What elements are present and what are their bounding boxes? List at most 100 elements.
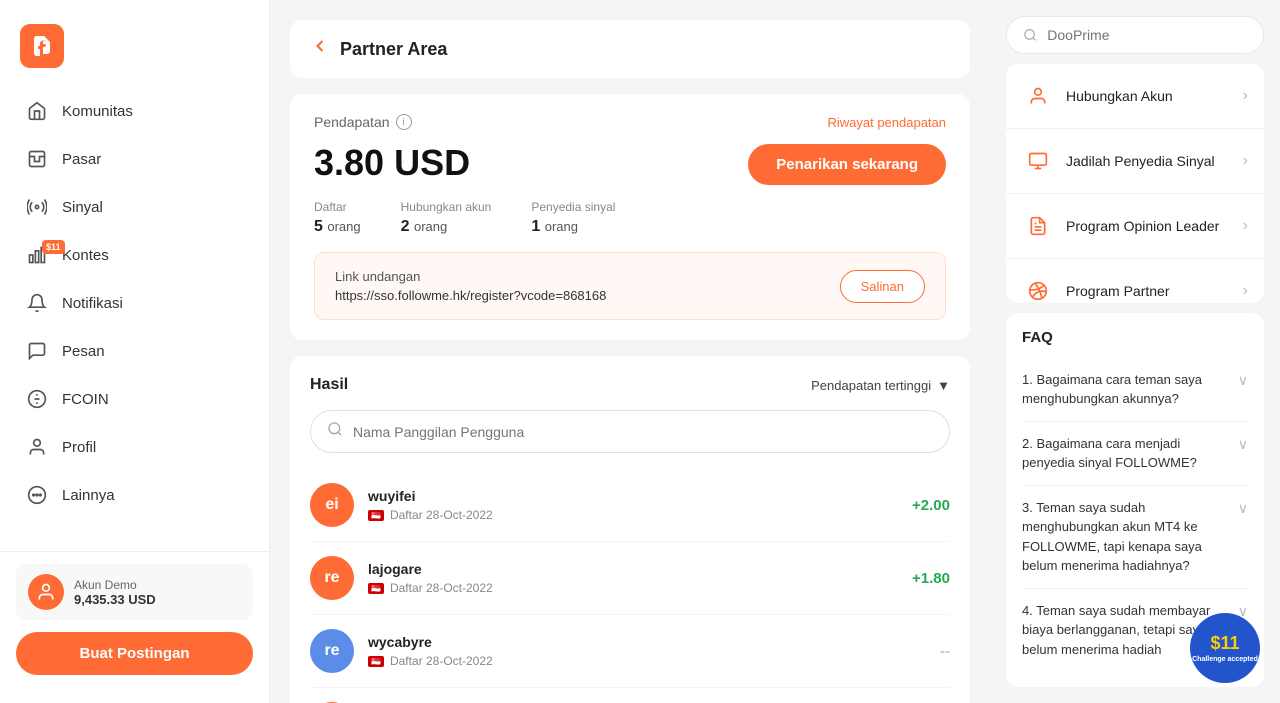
sidebar-item-komunitas[interactable]: Komunitas <box>12 88 257 134</box>
faq-item-1[interactable]: 1. Bagaimana cara teman saya menghubungk… <box>1022 358 1248 422</box>
kontes-badge: $11 <box>42 240 65 254</box>
faq-question-1: 1. Bagaimana cara teman saya menghubungk… <box>1022 370 1230 409</box>
chevron-right-icon: › <box>1243 217 1248 235</box>
opinion-icon <box>1022 210 1054 242</box>
menu-label-opinion: Program Opinion Leader <box>1066 218 1231 234</box>
app-logo <box>20 24 64 68</box>
history-link[interactable]: Riwayat pendapatan <box>827 115 946 130</box>
chevron-right-icon: › <box>1243 282 1248 300</box>
partner-area: Partner Area Pendapatan i Riwayat pendap… <box>270 0 990 703</box>
sidebar-label-sinyal: Sinyal <box>62 199 103 216</box>
user-amount: +1.80 <box>912 570 950 587</box>
menu-label-hubungkan: Hubungkan Akun <box>1066 88 1231 104</box>
sidebar-item-kontes[interactable]: $11 Kontes <box>12 232 257 278</box>
menu-item-penyedia[interactable]: Jadilah Penyedia Sinyal › <box>1006 129 1264 194</box>
sidebar-item-sinyal[interactable]: Sinyal <box>12 184 257 230</box>
account-avatar <box>28 574 64 610</box>
chevron-right-icon: › <box>1243 152 1248 170</box>
sidebar-item-notifikasi[interactable]: Notifikasi <box>12 280 257 326</box>
user-avatar: re <box>310 556 354 600</box>
account-info[interactable]: Akun Demo 9,435.33 USD <box>16 564 253 620</box>
earnings-card: Pendapatan i Riwayat pendapatan 3.80 USD… <box>290 94 970 340</box>
menu-item-opinion[interactable]: Program Opinion Leader › <box>1006 194 1264 259</box>
challenge-number: $11 <box>1210 633 1239 654</box>
flag-icon: 🇸🇬 <box>368 583 384 594</box>
user-row: re wycabyre 🇸🇬 Daftar 28-Oct-2022 -- <box>310 615 950 688</box>
post-button[interactable]: Buat Postingan <box>16 632 253 675</box>
more-icon <box>26 484 48 506</box>
chevron-down-icon: ▼ <box>937 378 950 393</box>
right-panel: Hubungkan Akun › Jadilah Penyedia Sinyal… <box>990 0 1280 703</box>
results-section: Hasil Pendapatan tertinggi ▼ ei <box>290 356 970 703</box>
faq-item-2[interactable]: 2. Bagaimana cara menjadi penyedia sinya… <box>1022 422 1248 486</box>
user-link-icon <box>1022 80 1054 112</box>
copy-button[interactable]: Salinan <box>840 270 925 303</box>
chevron-down-icon: ∨ <box>1238 372 1248 389</box>
earnings-header: Pendapatan i Riwayat pendapatan <box>314 114 946 130</box>
right-search-icon <box>1023 27 1037 43</box>
invite-url: https://sso.followme.hk/register?vcode=8… <box>335 288 606 303</box>
sidebar-logo <box>0 16 269 88</box>
sidebar-label-profil: Profil <box>62 439 96 456</box>
faq-item-3[interactable]: 3. Teman saya sudah menghubungkan akun M… <box>1022 486 1248 589</box>
sidebar-item-profil[interactable]: Profil <box>12 424 257 470</box>
user-avatar: re <box>310 629 354 673</box>
user-meta: 🇸🇬 Daftar 28-Oct-2022 <box>368 654 926 668</box>
results-header: Hasil Pendapatan tertinggi ▼ <box>310 376 950 394</box>
sidebar-label-notifikasi: Notifikasi <box>62 295 123 312</box>
sidebar-item-fcoin[interactable]: FCOIN <box>12 376 257 422</box>
menu-card: Hubungkan Akun › Jadilah Penyedia Sinyal… <box>1006 64 1264 303</box>
stat-value-hubungkan: 2 orang <box>401 218 492 236</box>
account-name: Akun Demo <box>74 578 156 592</box>
menu-item-hubungkan[interactable]: Hubungkan Akun › <box>1006 64 1264 129</box>
chevron-down-icon: ∨ <box>1238 500 1248 517</box>
stat-label-daftar: Daftar <box>314 200 361 214</box>
faq-title: FAQ <box>1022 329 1248 346</box>
right-search-input[interactable] <box>1047 27 1247 43</box>
sidebar-label-pasar: Pasar <box>62 151 101 168</box>
invite-label: Link undangan <box>335 269 606 284</box>
sort-dropdown[interactable]: Pendapatan tertinggi ▼ <box>811 378 950 393</box>
challenge-badge[interactable]: $11 Challenge accepted <box>1190 613 1260 683</box>
flag-icon: 🇸🇬 <box>368 510 384 521</box>
menu-item-partner[interactable]: Program Partner › <box>1006 259 1264 303</box>
sidebar-item-pesan[interactable]: Pesan <box>12 328 257 374</box>
stat-value-daftar: 5 orang <box>314 218 361 236</box>
signal-icon <box>26 196 48 218</box>
faq-question-3: 3. Teman saya sudah menghubungkan akun M… <box>1022 498 1230 576</box>
page-header: Partner Area <box>290 20 970 78</box>
search-icon <box>327 421 343 442</box>
stat-penyedia: Penyedia sinyal 1 orang <box>531 200 615 236</box>
home-icon <box>26 100 48 122</box>
sidebar-item-pasar[interactable]: Pasar <box>12 136 257 182</box>
user-name: wycabyre <box>368 634 926 650</box>
sidebar-label-lainnya: Lainnya <box>62 487 115 504</box>
main-content: Partner Area Pendapatan i Riwayat pendap… <box>270 0 990 703</box>
search-box <box>310 410 950 453</box>
withdraw-button[interactable]: Penarikan sekarang <box>748 144 946 185</box>
faq-question-2: 2. Bagaimana cara menjadi penyedia sinya… <box>1022 434 1230 473</box>
message-icon <box>26 340 48 362</box>
sidebar-navigation: Komunitas Pasar Sinyal <box>0 88 269 543</box>
right-search <box>1006 16 1264 54</box>
user-amount: -- <box>940 643 950 660</box>
results-title: Hasil <box>310 376 348 394</box>
sidebar: Komunitas Pasar Sinyal <box>0 0 270 703</box>
user-icon <box>26 436 48 458</box>
back-button[interactable] <box>310 36 330 62</box>
invite-card: Link undangan https://sso.followme.hk/re… <box>314 252 946 320</box>
stat-daftar: Daftar 5 orang <box>314 200 361 236</box>
menu-label-partner: Program Partner <box>1066 283 1231 299</box>
stat-label-penyedia: Penyedia sinyal <box>531 200 615 214</box>
search-input[interactable] <box>353 424 933 440</box>
chevron-right-icon: › <box>1243 87 1248 105</box>
stat-value-penyedia: 1 orang <box>531 218 615 236</box>
stats-row: Daftar 5 orang Hubungkan akun 2 orang Pe… <box>314 200 946 236</box>
sidebar-item-lainnya[interactable]: Lainnya <box>12 472 257 518</box>
bell-icon <box>26 292 48 314</box>
earnings-label: Pendapatan i <box>314 114 412 130</box>
stat-label-hubungkan: Hubungkan akun <box>401 200 492 214</box>
sidebar-label-komunitas: Komunitas <box>62 103 133 120</box>
sidebar-bottom: Akun Demo 9,435.33 USD Buat Postingan <box>0 551 269 687</box>
challenge-label: Challenge accepted <box>1192 656 1258 663</box>
